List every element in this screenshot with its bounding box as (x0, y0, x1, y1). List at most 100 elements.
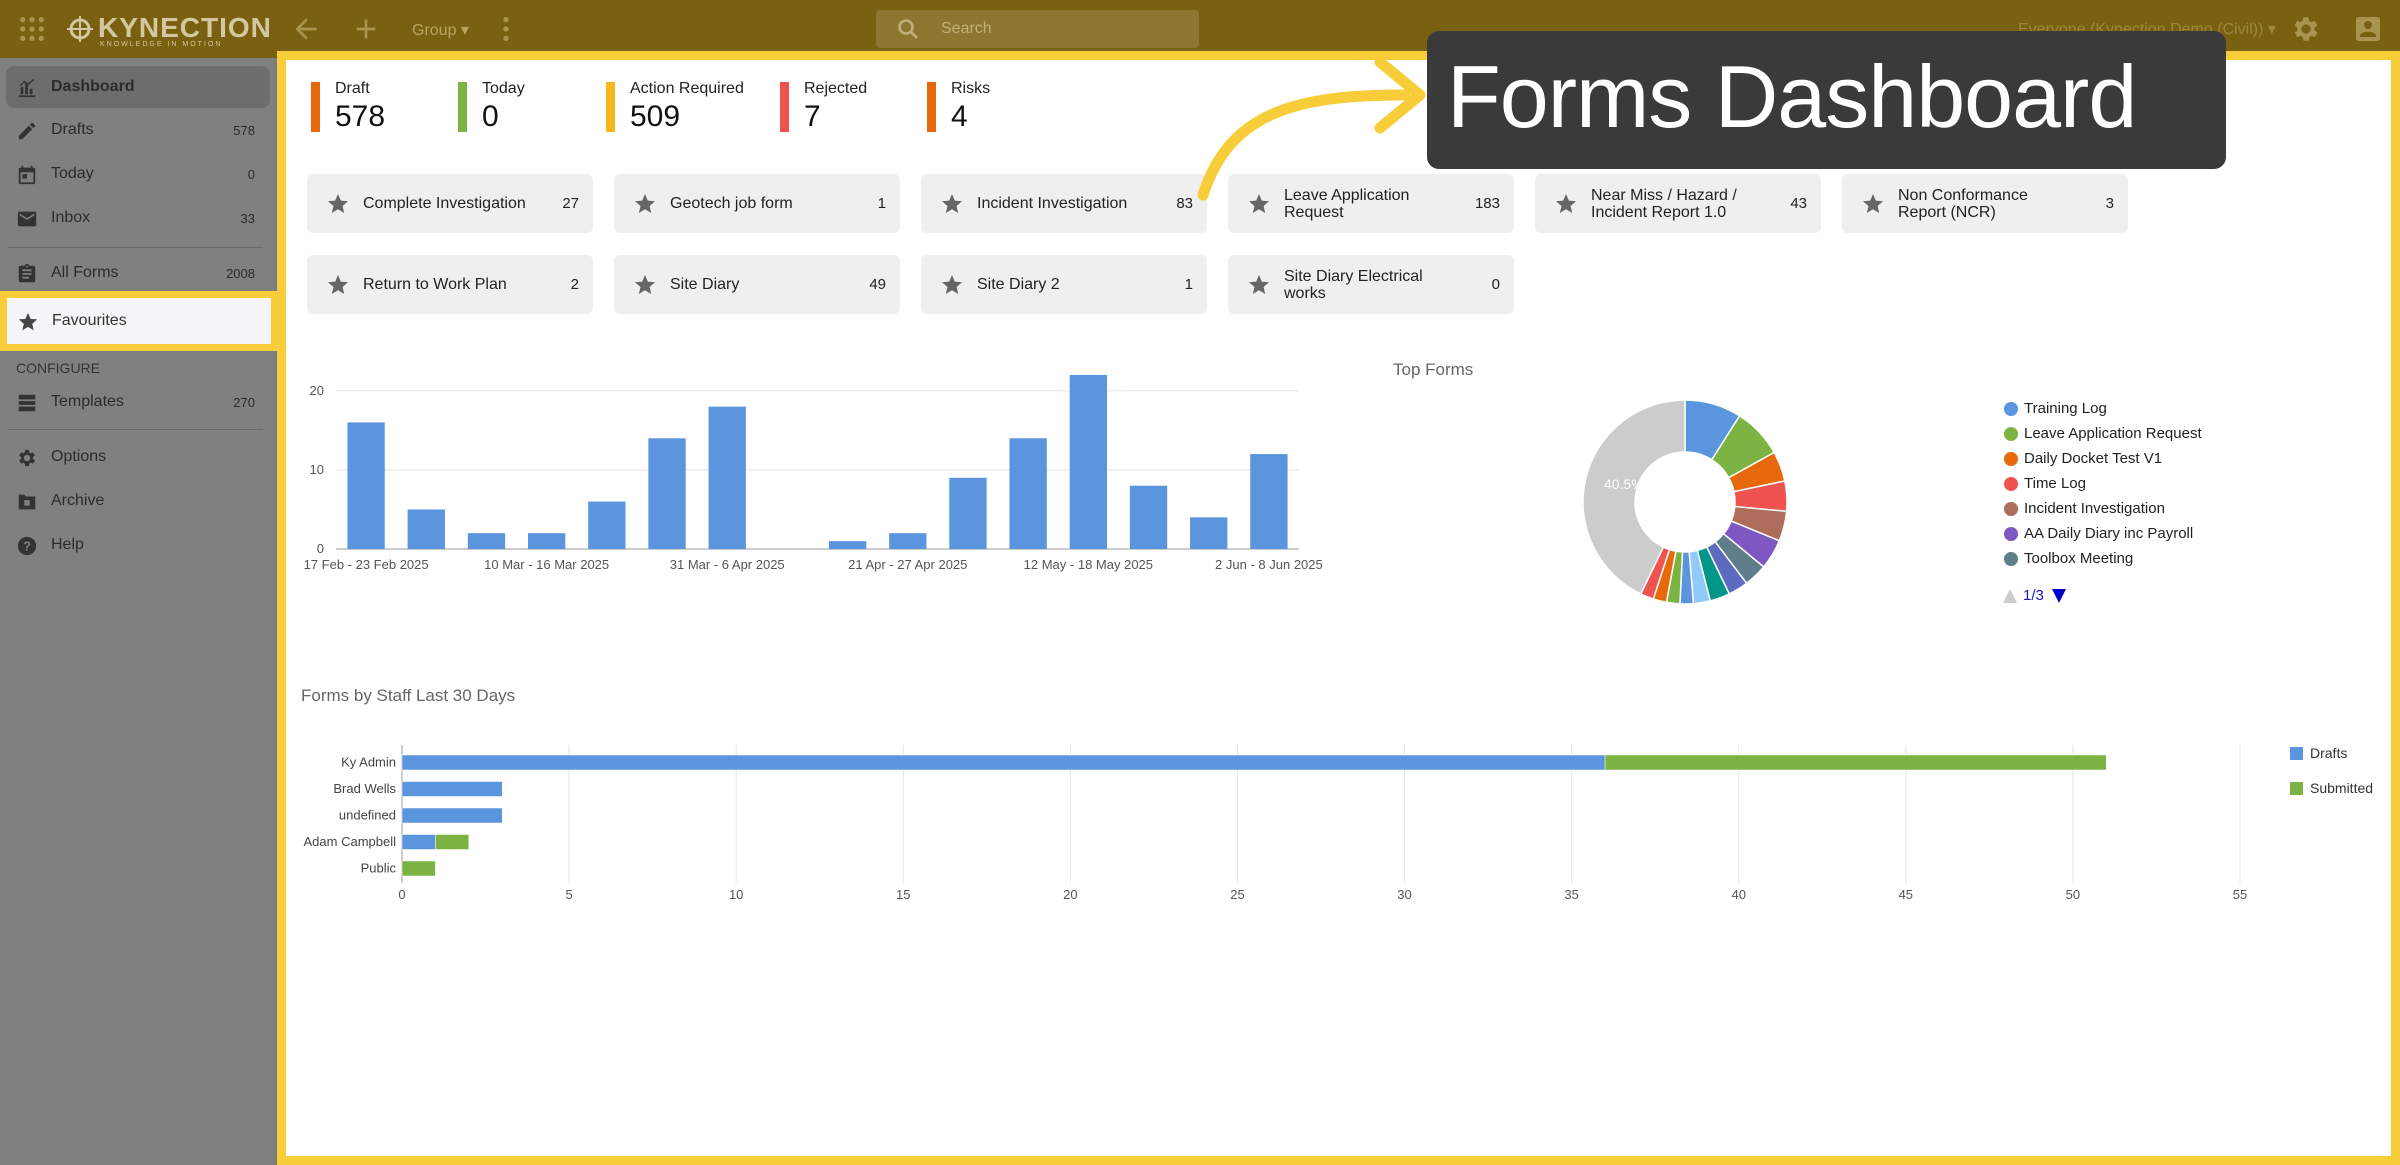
sidebar-item-label: Today (51, 165, 94, 182)
pager-up-triangle-icon[interactable] (2003, 589, 2017, 603)
x-tick-label: 50 (2066, 887, 2080, 902)
bar (347, 422, 385, 549)
legend-label: Drafts (2310, 745, 2347, 761)
sidebar-item-help[interactable]: ? Help (0, 524, 275, 566)
star-icon[interactable] (940, 273, 964, 297)
add-icon[interactable] (350, 13, 382, 45)
legend-swatch (2290, 747, 2303, 760)
sidebar-item-archive[interactable]: Archive (0, 480, 275, 522)
star-icon[interactable] (633, 273, 657, 297)
legend-label: Incident Investigation (2024, 500, 2165, 517)
bar-segment (401, 834, 436, 850)
y-category-label: Public (361, 861, 397, 876)
sidebar-item-label: Favourites (52, 312, 127, 329)
favourite-count: 183 (1474, 195, 1500, 212)
sidebar-item-today[interactable]: Today 0 (0, 153, 275, 195)
favourite-tile[interactable]: Site Diary Electrical works 0 (1228, 255, 1514, 314)
sidebar-item-options[interactable]: Options (0, 436, 275, 478)
bar (1069, 375, 1108, 549)
bar (407, 509, 445, 549)
search-placeholder: Search (941, 20, 992, 37)
bar (527, 533, 566, 549)
favourite-tile[interactable]: Return to Work Plan 2 (307, 255, 593, 314)
favourite-tile[interactable]: Geotech job form 1 (614, 174, 900, 233)
x-tick-label: 35 (1564, 887, 1578, 902)
stat-value: 0 (482, 100, 499, 133)
clipboard-icon (18, 263, 36, 283)
favourite-tile[interactable]: Near Miss / Hazard / Incident Report 1.0… (1535, 174, 1821, 233)
pager-text: 1/3 (2023, 587, 2044, 604)
stat-label: Draft (335, 80, 370, 97)
star-icon[interactable] (326, 192, 350, 216)
y-tick-label: 0 (317, 541, 324, 556)
bar (467, 533, 506, 549)
logo-name: KYNECTION (98, 12, 272, 43)
x-tick-label: 31 Mar - 6 Apr 2025 (670, 557, 785, 572)
x-tick-label: 12 May - 18 May 2025 (1024, 557, 1153, 572)
star-icon[interactable] (1554, 192, 1578, 216)
favourite-tile[interactable]: Site Diary 2 1 (921, 255, 1207, 314)
star-icon (18, 312, 38, 331)
y-tick-label: 10 (310, 462, 324, 477)
calendar-icon (18, 165, 36, 185)
bar-segment (401, 754, 1606, 771)
stat-value: 509 (630, 100, 681, 133)
bar (949, 477, 987, 549)
star-icon[interactable] (326, 273, 350, 297)
x-tick-label: 17 Feb - 23 Feb 2025 (304, 557, 429, 572)
x-tick-label: 25 (1230, 887, 1244, 902)
pager-down-triangle-icon[interactable] (2052, 589, 2066, 603)
sidebar-item-drafts[interactable]: Drafts 578 (0, 109, 275, 151)
pie-slice-label: 40.5% (1604, 476, 1644, 492)
svg-text:?: ? (23, 539, 31, 554)
sidebar-item-label: Templates (51, 393, 124, 410)
apps-grid-icon[interactable] (16, 13, 48, 45)
favourite-count: 49 (869, 276, 886, 293)
search-input[interactable]: Search (876, 10, 1199, 48)
favourite-tile[interactable]: Complete Investigation 27 (307, 174, 593, 233)
legend-label: Training Log (2024, 400, 2107, 417)
legend-label: Time Log (2024, 475, 2086, 492)
gear-icon[interactable] (2290, 13, 2322, 45)
legend-label: AA Daily Diary inc Payroll (2024, 525, 2194, 542)
star-icon[interactable] (940, 192, 964, 216)
y-category-label: Adam Campbell (304, 834, 397, 849)
account-box-icon[interactable] (2352, 13, 2384, 45)
x-tick-label: 55 (2233, 887, 2247, 902)
group-dropdown[interactable]: Group ▾ (412, 20, 469, 40)
sidebar-item-inbox[interactable]: Inbox 33 (0, 197, 275, 239)
star-icon[interactable] (1247, 273, 1271, 297)
sidebar-item-dashboard[interactable]: Dashboard (6, 66, 270, 108)
search-icon (898, 19, 918, 39)
favourite-name: Return to Work Plan (363, 276, 507, 293)
star-icon[interactable] (633, 192, 657, 216)
star-icon[interactable] (1861, 192, 1885, 216)
back-arrow-icon[interactable] (290, 13, 322, 45)
favourite-count: 3 (2105, 195, 2114, 212)
bar-segment (1604, 754, 2107, 771)
favourite-tile[interactable]: Non Conformance Report (NCR) 3 (1842, 174, 2128, 233)
favourite-tile[interactable]: Site Diary 49 (614, 255, 900, 314)
more-vert-icon[interactable] (490, 13, 522, 45)
callout-title: Forms Dashboard (1447, 47, 2137, 146)
sidebar-item-favourites[interactable]: Favourites (0, 291, 278, 351)
favourite-name: Site Diary (670, 276, 740, 293)
x-tick-label: 10 (729, 887, 743, 902)
favourite-name: Geotech job form (670, 195, 793, 212)
sidebar-item-templates[interactable]: Templates 270 (0, 381, 275, 423)
bar-segment (401, 860, 436, 877)
bar (648, 438, 686, 549)
gear-icon (19, 449, 35, 467)
stat-color-bar (606, 82, 615, 132)
y-tick-label: 20 (310, 383, 324, 398)
favourite-name: Site Diary Electrical works (1284, 267, 1423, 302)
legend-swatch (2004, 452, 2018, 466)
x-tick-label: 2 Jun - 8 Jun 2025 (1215, 557, 1323, 572)
favourite-tile[interactable]: Incident Investigation 83 (921, 174, 1207, 233)
x-tick-label: 5 (565, 887, 572, 902)
inbox-icon (17, 211, 37, 227)
logo-tagline: KNOWLEDGE IN MOTION (100, 41, 223, 48)
sidebar-item-all-forms[interactable]: All Forms 2008 (0, 252, 275, 294)
sidebar-item-count: 270 (233, 395, 255, 410)
templates-stack-icon (18, 394, 36, 412)
